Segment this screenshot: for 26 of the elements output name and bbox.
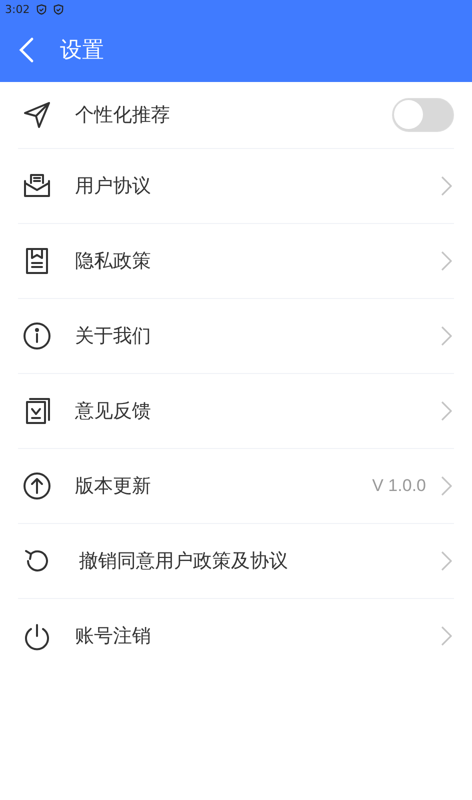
toggle-switch[interactable]	[392, 98, 454, 132]
settings-item[interactable]: 用户协议	[18, 149, 454, 224]
settings-item[interactable]: 撤销同意用户政策及协议	[18, 524, 454, 599]
chevron-right-icon	[440, 550, 452, 572]
chevron-right-icon	[440, 250, 452, 272]
info-icon	[22, 321, 52, 351]
chevron-right-icon	[440, 475, 452, 497]
settings-item[interactable]: 隐私政策	[18, 224, 454, 299]
shield-icon	[36, 4, 47, 14]
chevron-right-icon	[440, 625, 452, 647]
back-button[interactable]	[18, 36, 36, 64]
shield-icon	[52, 4, 64, 14]
settings-item[interactable]: 版本更新 V 1.0.0	[18, 449, 454, 524]
status-time: 3:02	[5, 2, 30, 16]
settings-item[interactable]: 关于我们	[18, 299, 454, 374]
power-icon	[22, 621, 52, 651]
settings-item[interactable]: 意见反馈	[18, 374, 454, 449]
chevron-right-icon	[440, 175, 452, 197]
chevron-right-icon	[440, 400, 452, 422]
page-title: 设置	[60, 37, 104, 65]
upload-icon	[22, 471, 52, 501]
settings-item[interactable]: 个性化推荐	[18, 82, 454, 149]
version-text: V 1.0.0	[372, 476, 426, 496]
settings-item[interactable]: 账号注销	[18, 599, 454, 673]
send-icon	[22, 100, 52, 130]
chevron-right-icon	[440, 325, 452, 347]
